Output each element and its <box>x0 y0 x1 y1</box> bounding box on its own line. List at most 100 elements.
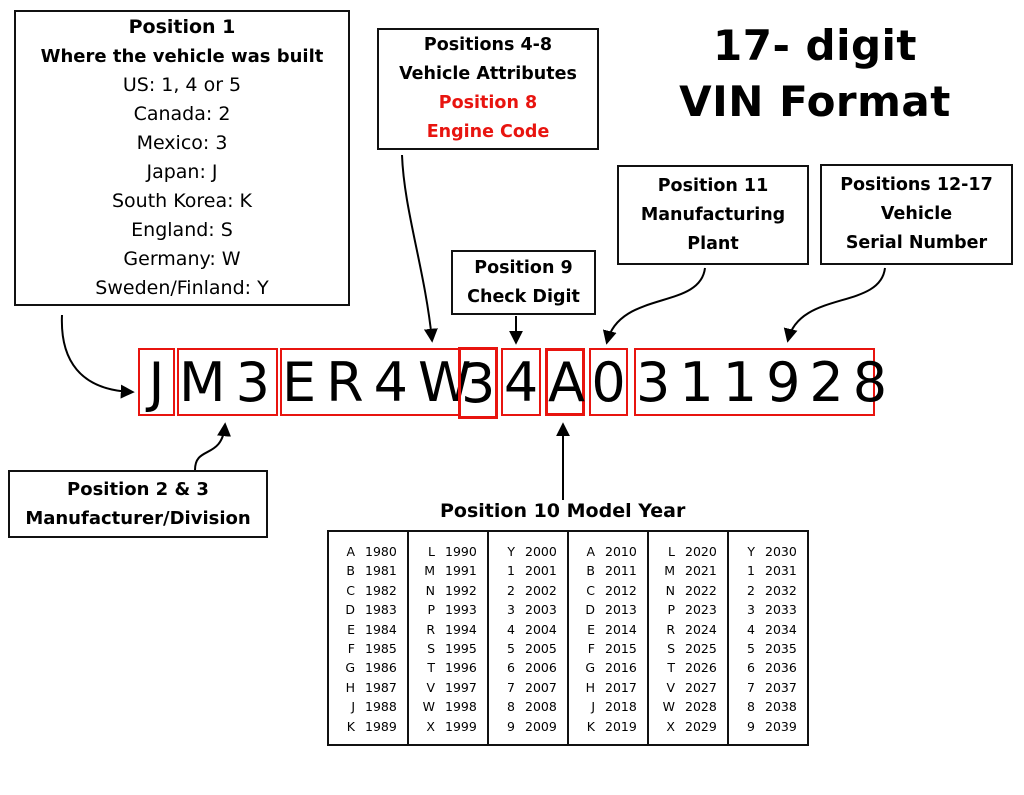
year-code: K <box>346 718 355 734</box>
year-code: J <box>351 699 355 715</box>
year-code: 8 <box>747 699 755 715</box>
year-value: 2009 <box>525 718 557 734</box>
model-year-row: 2 2002 <box>489 581 567 600</box>
model-year-row: N 2022 <box>649 581 727 600</box>
year-value: 2000 <box>525 544 557 559</box>
year-code: R <box>666 621 675 637</box>
model-year-row: P 1993 <box>409 600 487 619</box>
position-2-3-box: Position 2 & 3 Manufacturer/Division <box>8 470 268 538</box>
model-year-row: P 2023 <box>649 600 727 619</box>
year-value: 1984 <box>365 621 397 637</box>
year-code: C <box>586 582 595 598</box>
year-value: 2019 <box>605 718 637 734</box>
model-year-row: E 2014 <box>569 620 647 639</box>
model-year-row: 1 2031 <box>729 561 807 580</box>
model-year-row: 5 2035 <box>729 639 807 658</box>
positions-4-8-heading: Positions 4-8 <box>423 35 553 55</box>
year-code: 7 <box>507 679 515 695</box>
model-year-row: F 2015 <box>569 639 647 658</box>
model-year-row: K 1989 <box>329 717 407 736</box>
year-code: V <box>426 679 435 695</box>
model-year-row: S 1995 <box>409 639 487 658</box>
year-code: 5 <box>747 641 755 657</box>
model-year-row: 3 2003 <box>489 600 567 619</box>
year-code: L <box>668 544 675 559</box>
year-value: 1981 <box>365 563 397 579</box>
positions-12-17-heading: Positions 12-17 <box>840 175 993 195</box>
check-digit-label: Check Digit <box>467 286 580 307</box>
model-year-row: Y 2030 <box>729 542 807 561</box>
year-value: 2018 <box>605 699 637 715</box>
year-code: B <box>346 563 355 579</box>
year-code: B <box>586 563 595 579</box>
year-value: 2008 <box>525 699 557 715</box>
model-year-column: A 2010 B 2011 C 2012 D 2013 E 2014 F 2015 G 2016 H 2017… <box>569 532 649 744</box>
country-code-item: Germany: W <box>123 248 241 270</box>
vin-group-pos-2-3: M3 <box>177 348 278 416</box>
model-year-row: B 2011 <box>569 561 647 580</box>
year-value: 1992 <box>445 582 477 598</box>
year-code: M <box>424 563 435 579</box>
positions-12-17-box: Positions 12-17 Vehicle Serial Number <box>820 164 1013 265</box>
model-year-row: A 2010 <box>569 542 647 561</box>
model-year-row: L 2020 <box>649 542 727 561</box>
position-11-heading: Position 11 <box>657 175 769 196</box>
arrow-positions-4-8 <box>401 154 438 343</box>
year-value: 2020 <box>685 544 717 559</box>
year-code: N <box>425 582 435 598</box>
model-year-row: L 1990 <box>409 542 487 561</box>
model-year-row: G 2016 <box>569 658 647 677</box>
model-year-row: Y 2000 <box>489 542 567 561</box>
vin-group-pos-8: 3 <box>458 347 498 419</box>
year-value: 2030 <box>765 544 797 559</box>
year-value: 1988 <box>365 699 397 715</box>
model-year-row: C 1982 <box>329 581 407 600</box>
model-year-row: N 1992 <box>409 581 487 600</box>
year-value: 1985 <box>365 641 397 657</box>
year-value: 2021 <box>685 563 717 579</box>
year-value: 1986 <box>365 660 397 676</box>
model-year-row: R 2024 <box>649 620 727 639</box>
year-value: 1983 <box>365 602 397 618</box>
model-year-row: F 1985 <box>329 639 407 658</box>
model-year-table: A 1980 B 1981 C 1982 D 1983 E 1984 F 1985 G 1986 H 1987… <box>327 530 809 746</box>
year-code: F <box>587 641 595 657</box>
year-value: 2004 <box>525 621 557 637</box>
year-code: 6 <box>507 660 515 676</box>
model-year-column: L 1990 M 1991 N 1992 P 1993 R 1994 S 1995 T 1996 V 1997… <box>409 532 489 744</box>
vin-group-pos-10: A <box>545 348 585 416</box>
year-code: K <box>586 718 595 734</box>
model-year-row: 4 2034 <box>729 620 807 639</box>
year-value: 2013 <box>605 602 637 618</box>
year-value: 2028 <box>685 699 717 715</box>
year-code: 4 <box>507 621 515 637</box>
vin-group-pos-9: 4 <box>501 348 541 416</box>
year-value: 1989 <box>365 718 397 734</box>
vin-chars: ER4W <box>282 350 482 414</box>
position-9-box: Position 9 Check Digit <box>451 250 596 315</box>
model-year-column: Y 2030 1 2031 2 2032 3 2033 4 2034 5 2035 6 2036 7 2037… <box>729 532 807 744</box>
year-value: 1991 <box>445 563 477 579</box>
year-code: 8 <box>507 699 515 715</box>
year-value: 2016 <box>605 660 637 676</box>
year-code: 1 <box>747 563 755 579</box>
vehicle-label: Vehicle <box>880 204 953 224</box>
position-11-box: Position 11 Manufacturing Plant <box>617 165 809 265</box>
country-code-item: Sweden/Finland: Y <box>95 277 269 299</box>
model-year-row: 7 2037 <box>729 678 807 697</box>
vin-group-pos-4-7: ER4W <box>280 348 471 416</box>
model-year-row: 5 2005 <box>489 639 567 658</box>
plant-label: Plant <box>687 233 739 254</box>
manufacturing-label: Manufacturing <box>640 204 786 225</box>
year-value: 1993 <box>445 602 477 618</box>
year-value: 2012 <box>605 582 637 598</box>
arrow-position-11 <box>602 267 706 345</box>
year-value: 1994 <box>445 621 477 637</box>
year-code: 5 <box>507 641 515 657</box>
year-code: G <box>345 660 355 676</box>
year-code: 9 <box>507 718 515 734</box>
year-code: N <box>665 582 675 598</box>
year-value: 2006 <box>525 660 557 676</box>
model-year-row: C 2012 <box>569 581 647 600</box>
year-value: 2036 <box>765 660 797 676</box>
